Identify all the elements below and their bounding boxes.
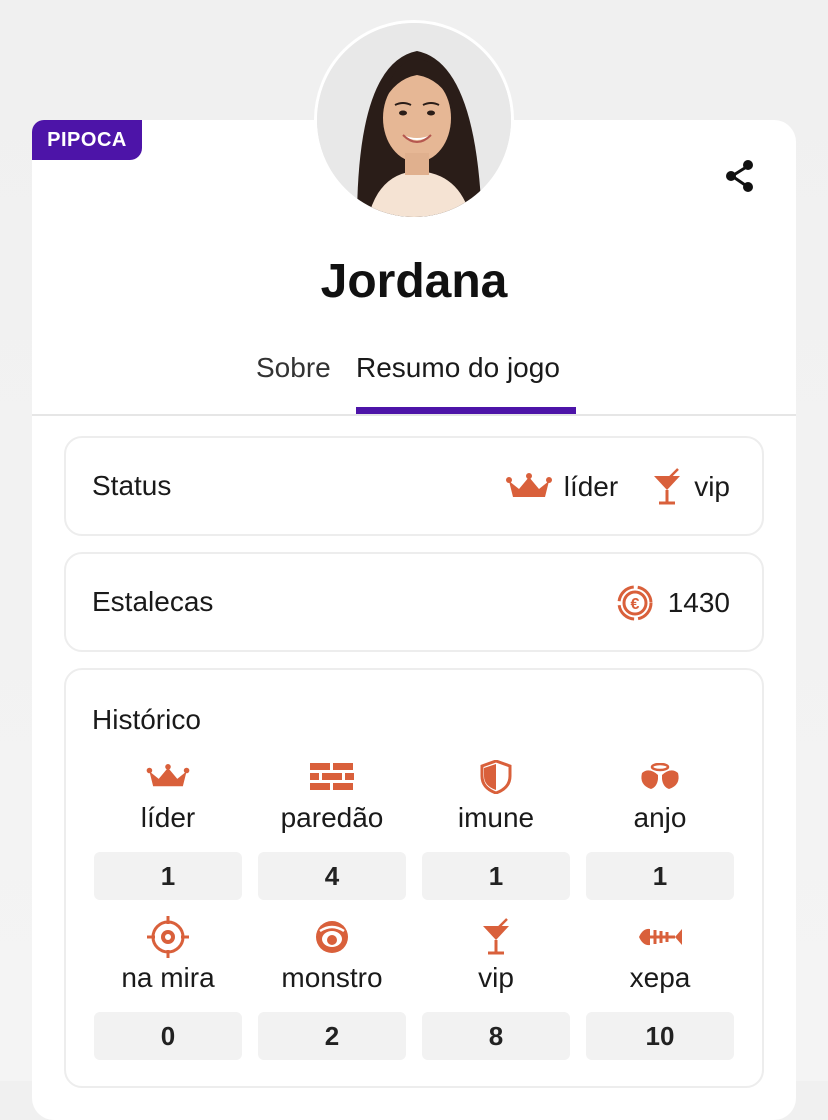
estalecas-box: Estalecas € 1430 <box>64 552 764 652</box>
participant-name: Jordana <box>320 255 508 308</box>
hist-item-anjo: anjo 1 <box>586 760 734 900</box>
status-box: Status líder vip <box>64 436 764 536</box>
hist-label: monstro <box>281 962 383 993</box>
historico-box: Histórico líder 1 paredão 4 imune 1 anjo… <box>64 668 764 1088</box>
category-tag: PIPOCA <box>32 120 142 160</box>
estalecas-label: Estalecas <box>92 586 214 617</box>
tab-sobre[interactable]: Sobre <box>256 352 331 414</box>
tabs-divider <box>32 414 796 416</box>
hist-label: paredão <box>280 802 384 833</box>
estalecas-value-group: € 1430 <box>616 584 730 622</box>
status-text-lider: líder <box>563 471 619 502</box>
hist-value: 2 <box>258 1012 406 1060</box>
status-items: líder vip <box>472 468 730 506</box>
hist-item-na-mira: na mira 0 <box>94 916 242 1060</box>
status-label: Status <box>92 470 172 501</box>
hist-value: 4 <box>258 852 406 900</box>
coin-icon: € <box>617 585 653 621</box>
svg-text:€: € <box>630 596 639 613</box>
hist-item-monstro: monstro 2 <box>258 920 406 1060</box>
status-text-vip: vip <box>694 471 730 502</box>
hist-label: na mira <box>121 962 215 993</box>
fishbone-icon <box>639 928 682 946</box>
hist-label: xepa <box>629 962 691 993</box>
target-icon <box>147 916 189 958</box>
hist-label: anjo <box>633 802 687 833</box>
crown-icon <box>505 473 552 497</box>
hist-item-imune: imune 1 <box>422 760 570 900</box>
status-item-lider: líder <box>505 471 619 503</box>
tab-bar: Sobre Resumo do jogo <box>0 352 828 416</box>
estalecas-value: 1430 <box>667 587 730 618</box>
hist-value: 10 <box>586 1012 734 1060</box>
hist-item-vip: vip 8 <box>422 918 570 1060</box>
avatar <box>314 20 514 220</box>
hist-label: vip <box>478 962 514 993</box>
hist-item-xepa: xepa 10 <box>586 920 734 1060</box>
hist-label: imune <box>457 802 535 833</box>
monster-icon <box>316 921 348 953</box>
hist-value: 1 <box>422 852 570 900</box>
status-item-vip: vip <box>652 468 730 506</box>
angel-wings-icon <box>641 763 679 789</box>
hist-value: 1 <box>586 852 734 900</box>
cocktail-icon <box>483 918 509 955</box>
share-icon[interactable] <box>720 156 760 196</box>
hist-item-lider: líder 1 <box>94 760 242 900</box>
hist-label: líder <box>140 802 196 833</box>
hist-value: 0 <box>94 1012 242 1060</box>
hist-value: 8 <box>422 1012 570 1060</box>
crown-icon <box>146 764 190 787</box>
hist-item-paredao: paredão 4 <box>258 760 406 900</box>
hist-value: 1 <box>94 852 242 900</box>
tab-resumo-do-jogo[interactable]: Resumo do jogo <box>356 352 560 414</box>
active-tab-indicator <box>356 407 576 414</box>
shield-icon <box>480 760 512 794</box>
avatar-portrait <box>317 23 511 217</box>
cocktail-icon <box>654 468 681 505</box>
historico-label: Histórico <box>92 704 201 735</box>
brick-wall-icon <box>310 763 354 790</box>
